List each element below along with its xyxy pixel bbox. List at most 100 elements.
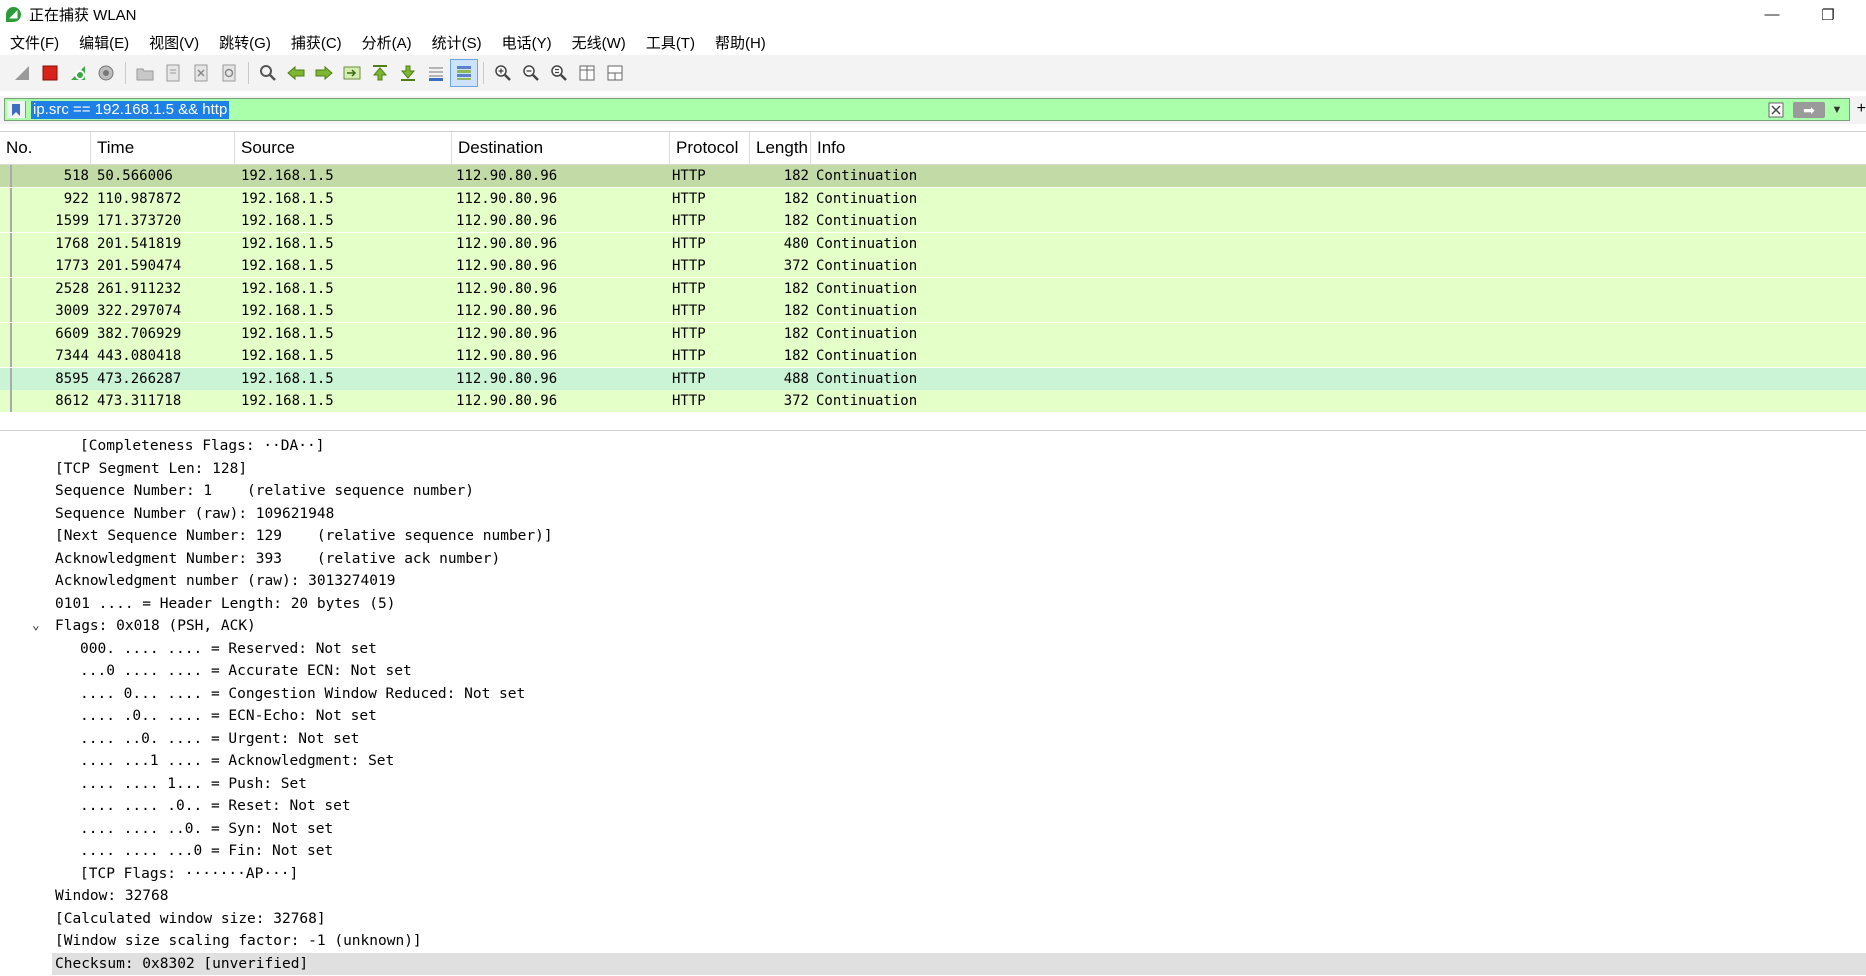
- packet-row[interactable]: 8612 473.311718 192.168.1.5 112.90.80.96 HTT…: [0, 390, 1866, 412]
- detail-line[interactable]: ...0 .... .... = Accurate ECN: Not set: [80, 660, 412, 682]
- display-filter-input[interactable]: ip.src == 192.168.1.5 && http ➡ ▼: [4, 98, 1850, 121]
- minimize-button[interactable]: —: [1744, 0, 1800, 29]
- detail-line[interactable]: .... .... ...0 = Fin: Not set: [80, 840, 333, 862]
- detail-line[interactable]: [Calculated window size: 32768]: [55, 908, 326, 930]
- detail-line[interactable]: .... .... 1... = Push: Set: [80, 773, 307, 795]
- packet-cell-no: 8612: [55, 393, 89, 409]
- expand-chevron-icon[interactable]: ⌄: [32, 615, 46, 637]
- resize-columns-icon[interactable]: [573, 59, 601, 87]
- detail-line[interactable]: 0101 .... = Header Length: 20 bytes (5): [55, 593, 395, 615]
- bookmark-icon[interactable]: [7, 101, 26, 118]
- zoom-normal-icon[interactable]: [545, 59, 573, 87]
- packet-cell-len: 182: [783, 280, 809, 297]
- menu-edit[interactable]: 编辑(E): [69, 32, 139, 53]
- menu-bar: 文件(F) 编辑(E) 视图(V) 跳转(G) 捕获(C) 分析(A) 统计(S…: [0, 29, 1866, 55]
- packet-cell-src: 192.168.1.5: [241, 303, 334, 319]
- column-header-destination[interactable]: Destination: [452, 132, 670, 164]
- go-first-icon[interactable]: [366, 59, 394, 87]
- column-header-protocol[interactable]: Protocol: [670, 132, 750, 164]
- stop-capture-icon[interactable]: [36, 59, 64, 87]
- go-last-icon[interactable]: [394, 59, 422, 87]
- open-file-icon[interactable]: [131, 59, 159, 87]
- colorize-icon[interactable]: [450, 59, 478, 87]
- packet-row[interactable]: 7344 443.080418 192.168.1.5 112.90.80.96 HTT…: [0, 345, 1866, 367]
- packet-row[interactable]: 1773 201.590474 192.168.1.5 112.90.80.96 HTT…: [0, 255, 1866, 277]
- detail-line[interactable]: Flags: 0x018 (PSH, ACK): [55, 615, 256, 637]
- detail-line[interactable]: .... ..0. .... = Urgent: Not set: [80, 728, 359, 750]
- detail-line[interactable]: Acknowledgment Number: 393 (relative ack…: [55, 548, 500, 570]
- column-header-source[interactable]: Source: [235, 132, 452, 164]
- packet-row[interactable]: 6609 382.706929 192.168.1.5 112.90.80.96 HTT…: [0, 322, 1866, 345]
- chevron-down-icon[interactable]: ▼: [1829, 102, 1845, 118]
- detail-line[interactable]: 000. .... .... = Reserved: Not set: [80, 638, 377, 660]
- go-back-icon[interactable]: [282, 59, 310, 87]
- close-file-icon[interactable]: [187, 59, 215, 87]
- zoom-in-icon[interactable]: [489, 59, 517, 87]
- go-forward-icon[interactable]: [310, 59, 338, 87]
- detail-line[interactable]: .... .... .0.. = Reset: Not set: [80, 795, 351, 817]
- packet-row[interactable]: 3009 322.297074 192.168.1.5 112.90.80.96 HTT…: [0, 300, 1866, 322]
- menu-file[interactable]: 文件(F): [0, 32, 69, 53]
- detail-line[interactable]: Sequence Number: 1 (relative sequence nu…: [55, 480, 474, 502]
- column-header-length[interactable]: Length: [750, 132, 811, 164]
- packet-cell-proto: HTTP: [672, 213, 706, 229]
- column-header-info[interactable]: Info: [811, 132, 1866, 164]
- capture-options-icon[interactable]: [92, 59, 120, 87]
- packet-row[interactable]: 2528 261.911232 192.168.1.5 112.90.80.96 HTT…: [0, 277, 1866, 300]
- go-to-packet-icon[interactable]: [338, 59, 366, 87]
- menu-analyze[interactable]: 分析(A): [352, 32, 422, 53]
- packet-row[interactable]: 922 110.987872 192.168.1.5 112.90.80.96 HTTP…: [0, 187, 1866, 210]
- save-file-icon[interactable]: [159, 59, 187, 87]
- detail-line[interactable]: [Window size scaling factor: -1 (unknown…: [55, 930, 422, 952]
- detail-line[interactable]: [Completeness Flags: ··DA··]: [80, 435, 324, 457]
- menu-wireless[interactable]: 无线(W): [562, 32, 636, 53]
- packet-cell-info: Continuation: [816, 325, 918, 342]
- packet-cell-dst: 112.90.80.96: [456, 393, 558, 409]
- column-header-time[interactable]: Time: [91, 132, 235, 164]
- menu-help[interactable]: 帮助(H): [705, 32, 776, 53]
- packet-cell-no: 1599: [55, 213, 89, 229]
- packet-cell-src: 192.168.1.5: [241, 348, 334, 364]
- layout-icon[interactable]: [601, 59, 629, 87]
- detail-line[interactable]: Sequence Number (raw): 109621948: [55, 503, 334, 525]
- detail-line[interactable]: [Next Sequence Number: 129 (relative seq…: [55, 525, 553, 547]
- packet-row[interactable]: 1599 171.373720 192.168.1.5 112.90.80.96 HTT…: [0, 210, 1866, 232]
- restart-capture-icon[interactable]: [64, 59, 92, 87]
- menu-go[interactable]: 跳转(G): [209, 32, 281, 53]
- shark-fin-icon[interactable]: [8, 59, 36, 87]
- detail-line[interactable]: .... 0... .... = Congestion Window Reduc…: [80, 683, 525, 705]
- packet-row[interactable]: 518 50.566006 192.168.1.5 112.90.80.96 HTTP 1…: [0, 165, 1866, 187]
- menu-capture[interactable]: 捕获(C): [281, 32, 352, 53]
- detail-line[interactable]: Acknowledgment number (raw): 3013274019: [55, 570, 395, 592]
- packet-cell-dst: 112.90.80.96: [456, 325, 558, 342]
- zoom-out-icon[interactable]: [517, 59, 545, 87]
- packet-row[interactable]: 1768 201.541819 192.168.1.5 112.90.80.96 HTT…: [0, 232, 1866, 255]
- packet-cell-no: 3009: [55, 303, 89, 319]
- window-title: 正在捕获 WLAN: [29, 7, 137, 24]
- detail-line[interactable]: .... .0.. .... = ECN-Echo: Not set: [80, 705, 377, 727]
- find-packet-icon[interactable]: [254, 59, 282, 87]
- autoscroll-icon[interactable]: [422, 59, 450, 87]
- clear-filter-icon[interactable]: [1767, 101, 1785, 119]
- detail-line[interactable]: Checksum: 0x8302 [unverified]: [52, 952, 1866, 975]
- detail-line[interactable]: [TCP Flags: ·······AP···]: [80, 863, 298, 885]
- detail-line[interactable]: [TCP Segment Len: 128]: [55, 458, 247, 480]
- apply-filter-arrow-icon[interactable]: ➡: [1793, 102, 1825, 118]
- detail-line[interactable]: .... .... ..0. = Syn: Not set: [80, 818, 333, 840]
- packet-cell-src: 192.168.1.5: [241, 235, 334, 252]
- detail-line[interactable]: Window: 32768: [55, 885, 169, 907]
- menu-view[interactable]: 视图(V): [139, 32, 209, 53]
- reload-file-icon[interactable]: [215, 59, 243, 87]
- add-filter-button[interactable]: +: [1857, 100, 1866, 118]
- display-filter-text[interactable]: ip.src == 192.168.1.5 && http: [31, 101, 230, 119]
- packet-cell-time: 473.266287: [97, 370, 182, 387]
- packet-row[interactable]: 8595 473.266287 192.168.1.5 112.90.80.96 HTT…: [0, 367, 1866, 390]
- packet-cell-time: 261.911232: [97, 280, 182, 297]
- menu-statistics[interactable]: 统计(S): [422, 32, 492, 53]
- packet-cell-dst: 112.90.80.96: [456, 370, 558, 387]
- detail-line[interactable]: .... ...1 .... = Acknowledgment: Set: [80, 750, 394, 772]
- menu-telephony[interactable]: 电话(Y): [492, 32, 562, 53]
- column-header-no[interactable]: No.: [0, 132, 91, 164]
- menu-tools[interactable]: 工具(T): [636, 32, 705, 53]
- restore-button[interactable]: ❐: [1800, 0, 1856, 29]
